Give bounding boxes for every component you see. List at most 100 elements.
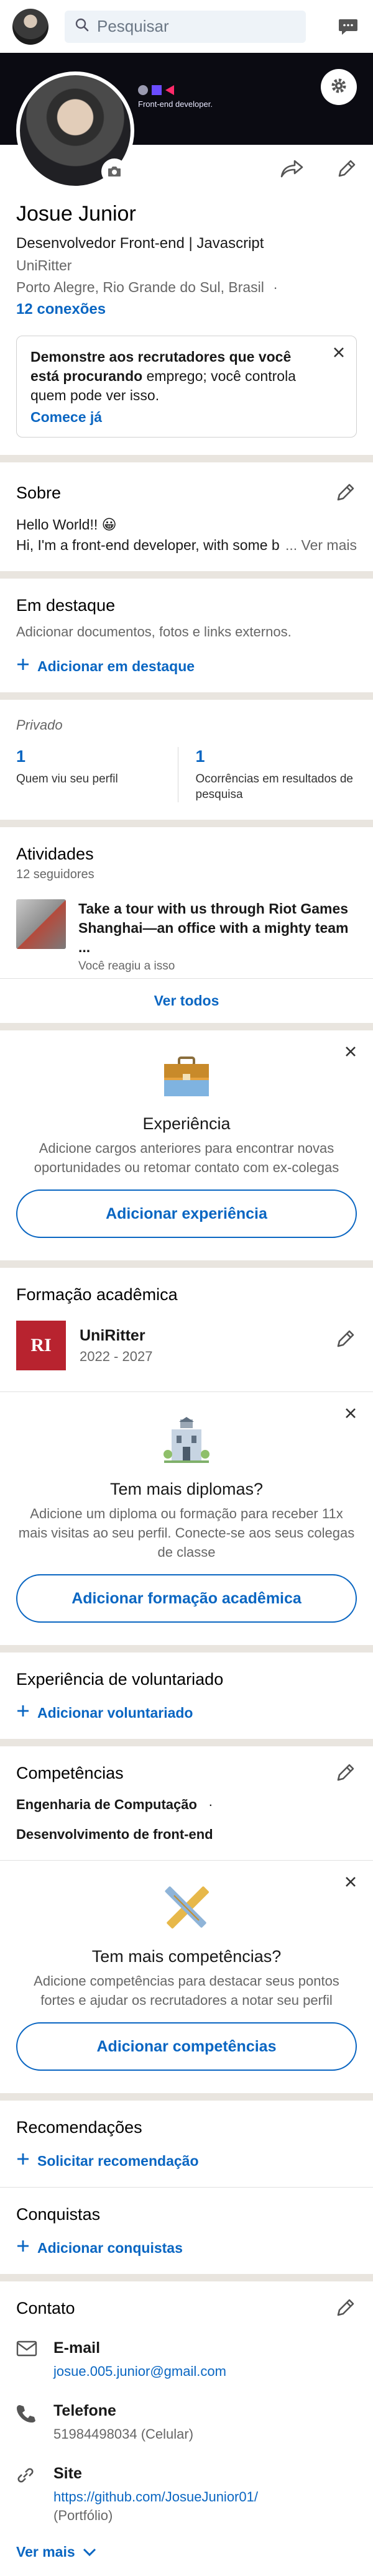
email-label: E-mail xyxy=(53,2339,101,2357)
analytics-items: 1 Quem viu seu perfil 1 Ocorrências em r… xyxy=(16,747,357,802)
accomplishments-title: Conquistas xyxy=(16,2205,101,2224)
experience-prompt-card: Experiência Adicione cargos anteriores p… xyxy=(0,1030,373,1260)
plus-icon xyxy=(16,1704,30,1721)
contact-see-more-label: Ver mais xyxy=(16,2544,75,2560)
about-section: Sobre Hello World!! 😀 Hi, I'm a front-en… xyxy=(0,462,373,571)
add-featured-link[interactable]: Adicionar em destaque xyxy=(16,658,357,675)
search-appearances-item[interactable]: 1 Ocorrências em resultados de pesquisa xyxy=(177,747,357,802)
add-skills-button[interactable]: Adicionar competências xyxy=(16,2022,357,2071)
camera-icon[interactable] xyxy=(101,158,127,185)
briefcase-icon xyxy=(16,1055,357,1103)
profile-school[interactable]: UniRitter xyxy=(16,257,357,274)
contact-site: Site https://github.com/JosueJunior01/ (… xyxy=(16,2465,357,2525)
contact-phone: Telefone 51984498034 (Celular) xyxy=(16,2402,357,2444)
education-item[interactable]: RI UniRitter 2022 - 2027 xyxy=(16,1321,357,1370)
activity-thumbnail xyxy=(16,899,66,949)
edit-contact-pencil-icon[interactable] xyxy=(334,2298,356,2322)
add-volunteer-link[interactable]: Adicionar voluntariado xyxy=(16,1704,357,1721)
site-link[interactable]: https://github.com/JosueJunior01/ xyxy=(53,2488,258,2506)
about-see-more[interactable]: ... Ver mais xyxy=(285,537,357,554)
about-line-2: Hi, I'm a front-end developer, with some… xyxy=(16,537,357,554)
section-separator xyxy=(0,1023,373,1030)
plus-icon xyxy=(16,658,30,675)
my-avatar[interactable] xyxy=(12,8,48,45)
activity-post-title: Take a tour with us through Riot Games S… xyxy=(78,901,349,955)
contact-email: E-mail josue.005.junior@gmail.com xyxy=(16,2339,357,2381)
add-featured-label: Adicionar em destaque xyxy=(37,658,195,674)
analytics-private-label: Privado xyxy=(16,717,63,733)
add-accomplishments-link[interactable]: Adicionar conquistas xyxy=(16,2239,357,2257)
activity-section: Atividades 12 seguidores Take a tour wit… xyxy=(0,827,373,978)
open-to-work-card: Demonstre aos recrutadores que você está… xyxy=(16,336,357,438)
featured-section: Em destaque Adicionar documentos, fotos … xyxy=(0,579,373,692)
skills-section: Competências Engenharia de Computação · … xyxy=(0,1746,373,1860)
section-separator xyxy=(0,1739,373,1746)
add-experience-button[interactable]: Adicionar experiência xyxy=(16,1189,357,1238)
accomplishments-section: Conquistas Adicionar conquistas xyxy=(0,2188,373,2274)
messaging-icon[interactable] xyxy=(336,14,361,39)
plus-icon xyxy=(16,2152,30,2170)
skill-item[interactable]: Engenharia de Computação · xyxy=(16,1797,357,1813)
recommendations-section: Recomendações Solicitar recomendação xyxy=(0,2101,373,2187)
profile-views-item[interactable]: 1 Quem viu seu perfil xyxy=(16,747,178,802)
share-icon[interactable] xyxy=(280,158,305,183)
followers-count: 12 seguidores xyxy=(16,868,94,881)
envelope-icon xyxy=(16,2339,53,2381)
edit-skills-pencil-icon[interactable] xyxy=(334,1762,356,1787)
request-recommendation-link[interactable]: Solicitar recomendação xyxy=(16,2152,357,2170)
skill-name: Engenharia de Computação xyxy=(16,1797,197,1812)
search-appearances-count: 1 xyxy=(195,747,205,766)
skill-item[interactable]: Desenvolvimento de front-end xyxy=(16,1827,357,1843)
contact-see-more[interactable]: Ver mais xyxy=(16,2544,357,2560)
activity-post[interactable]: Take a tour with us through Riot Games S… xyxy=(16,899,357,973)
get-started-link[interactable]: Comece já xyxy=(30,409,102,426)
add-education-button[interactable]: Adicionar formação acadêmica xyxy=(16,1574,357,1623)
education-years: 2022 - 2027 xyxy=(80,1348,153,1364)
section-separator xyxy=(0,1260,373,1268)
edit-banner-button[interactable] xyxy=(321,69,357,105)
volunteer-section: Experiência de voluntariado Adicionar vo… xyxy=(0,1652,373,1739)
close-icon[interactable] xyxy=(333,346,345,362)
skills-title: Competências xyxy=(16,1764,124,1782)
about-text: Hi, I'm a front-end developer, with some… xyxy=(16,537,280,553)
close-icon[interactable] xyxy=(344,1045,357,1061)
profile-headline: Desenvolvedor Front-end | Javascript xyxy=(16,235,264,252)
education-title: Formação acadêmica xyxy=(16,1285,178,1304)
close-icon[interactable] xyxy=(344,1876,357,1891)
education-section: Formação acadêmica RI UniRitter 2022 - 2… xyxy=(0,1268,373,1391)
profile-views-label: Quem viu seu perfil xyxy=(16,772,118,786)
edit-education-pencil-icon[interactable] xyxy=(334,1329,356,1353)
add-volunteer-label: Adicionar voluntariado xyxy=(37,1704,193,1721)
activity-text: Take a tour with us through Riot Games S… xyxy=(78,899,357,973)
analytics-section: Privado 1 Quem viu seu perfil 1 Ocorrênc… xyxy=(0,700,373,820)
section-separator xyxy=(0,1645,373,1652)
plus-icon xyxy=(16,2239,30,2257)
featured-subtitle: Adicionar documentos, fotos e links exte… xyxy=(16,624,292,639)
site-label: Site xyxy=(53,2465,82,2482)
edit-about-pencil-icon[interactable] xyxy=(334,482,356,506)
section-separator xyxy=(0,820,373,827)
profile-views-count: 1 xyxy=(16,747,26,766)
uniritter-logo: RI xyxy=(16,1321,66,1370)
search-appearances-label: Ocorrências em resultados de pesquisa xyxy=(195,772,353,801)
see-all-activity-button[interactable]: Ver todos xyxy=(0,978,373,1023)
chevron-down-icon xyxy=(83,2544,96,2560)
gear-icon xyxy=(330,77,348,98)
diplomas-prompt-desc: Adicione um diploma ou formação para rec… xyxy=(18,1506,355,1560)
skills-prompt-desc: Adicione competências para destacar seus… xyxy=(34,1973,339,2008)
add-accomplishments-label: Adicionar conquistas xyxy=(37,2239,183,2256)
banner-tagline: Front-end developer. xyxy=(138,99,213,109)
section-separator xyxy=(0,2093,373,2101)
search-input[interactable]: Pesquisar xyxy=(65,10,306,43)
email-link[interactable]: josue.005.junior@gmail.com xyxy=(53,2362,226,2381)
experience-prompt-desc: Adicione cargos anteriores para encontra… xyxy=(34,1140,339,1175)
location-separator: · xyxy=(273,279,278,295)
skills-prompt-title: Tem mais competências? xyxy=(91,1947,282,1966)
top-bar: Pesquisar xyxy=(0,0,373,53)
edit-profile-pencil-icon[interactable] xyxy=(336,158,357,183)
volunteer-title: Experiência de voluntariado xyxy=(16,1670,224,1689)
about-line-1: Hello World!! 😀 xyxy=(16,516,117,533)
link-icon xyxy=(16,2465,53,2525)
close-icon[interactable] xyxy=(344,1407,357,1423)
connections-link[interactable]: 12 conexões xyxy=(16,301,357,318)
